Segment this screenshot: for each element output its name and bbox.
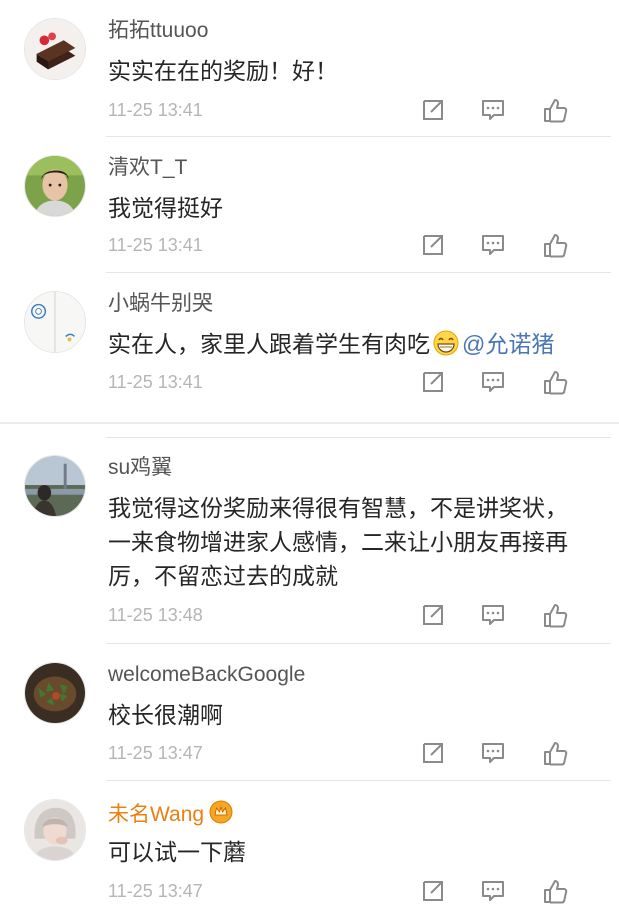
avatar-chocolate-cake[interactable] — [24, 18, 86, 80]
username[interactable]: 小蜗牛别哭 — [108, 291, 213, 317]
comment-icon[interactable] — [479, 368, 507, 396]
username-text: 未名Wang — [108, 803, 205, 826]
comment-icon[interactable] — [479, 877, 507, 905]
share-icon[interactable] — [419, 231, 447, 259]
avatar-food-dish[interactable] — [24, 662, 86, 724]
share-icon[interactable] — [419, 601, 447, 629]
comment-text: 实实在在的奖励！好！ — [108, 58, 338, 84]
boy-portrait-icon — [25, 156, 85, 216]
comment-item: 小蜗牛别哭 实在人，家里人跟着学生有肉吃 @允诺猪 11-25 13:41 — [0, 273, 619, 411]
username[interactable]: 清欢T_T — [108, 155, 187, 181]
chocolate-cake-icon — [25, 19, 85, 79]
timestamp: 11-25 13:41 — [108, 372, 203, 392]
comment-item: 拓拓ttuuoo 实实在在的奖励！好！ 11-25 13:41 — [0, 0, 619, 137]
username[interactable]: 拓拓ttuuoo — [108, 18, 208, 44]
comment-text: 我觉得挺好 — [108, 195, 223, 221]
timestamp: 11-25 13:47 — [108, 743, 203, 763]
girl-portrait-icon — [25, 800, 85, 860]
grin-emoji-icon — [432, 329, 460, 357]
comment-icon[interactable] — [479, 739, 507, 767]
landscape-person-icon — [25, 456, 85, 516]
timestamp: 11-25 13:48 — [108, 605, 203, 625]
comment-item: welcomeBackGoogle 校长很潮啊 11-25 13:47 — [0, 644, 619, 781]
username[interactable]: welcomeBackGoogle — [108, 662, 305, 688]
share-icon[interactable] — [419, 739, 447, 767]
timestamp: 11-25 13:41 — [108, 235, 203, 255]
action-bar — [419, 601, 589, 629]
comment-text: 可以试一下蘑 — [108, 839, 246, 865]
action-bar — [419, 739, 589, 767]
username[interactable]: 未名Wang — [108, 799, 234, 828]
comment-item: su鸡翼 我觉得这份奖励来得很有智慧，不是讲奖状，一来食物增进家人感情，二来让小… — [0, 437, 619, 644]
avatar-girl-portrait[interactable] — [24, 799, 86, 861]
like-icon[interactable] — [541, 739, 569, 767]
timestamp: 11-25 13:41 — [108, 100, 203, 120]
separator — [106, 437, 611, 438]
comment-text-body: 实在人，家里人跟着学生有肉吃 — [108, 331, 430, 357]
like-icon[interactable] — [541, 96, 569, 124]
username[interactable]: su鸡翼 — [108, 455, 172, 481]
like-icon[interactable] — [541, 368, 569, 396]
timestamp: 11-25 13:47 — [108, 881, 203, 901]
action-bar — [419, 231, 589, 259]
group-divider — [0, 422, 619, 424]
share-icon[interactable] — [419, 96, 447, 124]
comment-item: 未名Wang 可以试一下蘑 11-25 13:47 — [0, 781, 619, 904]
action-bar — [419, 368, 589, 396]
comment-text: 我觉得这份奖励来得很有智慧，不是讲奖状，一来食物增进家人感情，二来让小朋友再接再… — [108, 495, 568, 589]
like-icon[interactable] — [541, 231, 569, 259]
avatar-landscape-person[interactable] — [24, 455, 86, 517]
action-bar — [419, 96, 589, 124]
comment-item: 清欢T_T 我觉得挺好 11-25 13:41 — [0, 137, 619, 273]
crown-badge-icon — [208, 799, 234, 825]
comment-icon[interactable] — [479, 601, 507, 629]
like-icon[interactable] — [541, 877, 569, 905]
share-icon[interactable] — [419, 877, 447, 905]
share-icon[interactable] — [419, 368, 447, 396]
comment-text: 校长很潮啊 — [108, 702, 223, 728]
comment-icon[interactable] — [479, 96, 507, 124]
like-icon[interactable] — [541, 601, 569, 629]
comment-icon[interactable] — [479, 231, 507, 259]
comment-text: 实在人，家里人跟着学生有肉吃 @允诺猪 — [108, 327, 588, 361]
mention-link[interactable]: @允诺猪 — [462, 331, 554, 357]
doraemon-sketch-icon — [25, 292, 85, 352]
action-bar — [419, 877, 589, 905]
avatar-boy-portrait[interactable] — [24, 155, 86, 217]
food-dish-icon — [25, 663, 85, 723]
avatar-doraemon-sketch[interactable] — [24, 291, 86, 353]
